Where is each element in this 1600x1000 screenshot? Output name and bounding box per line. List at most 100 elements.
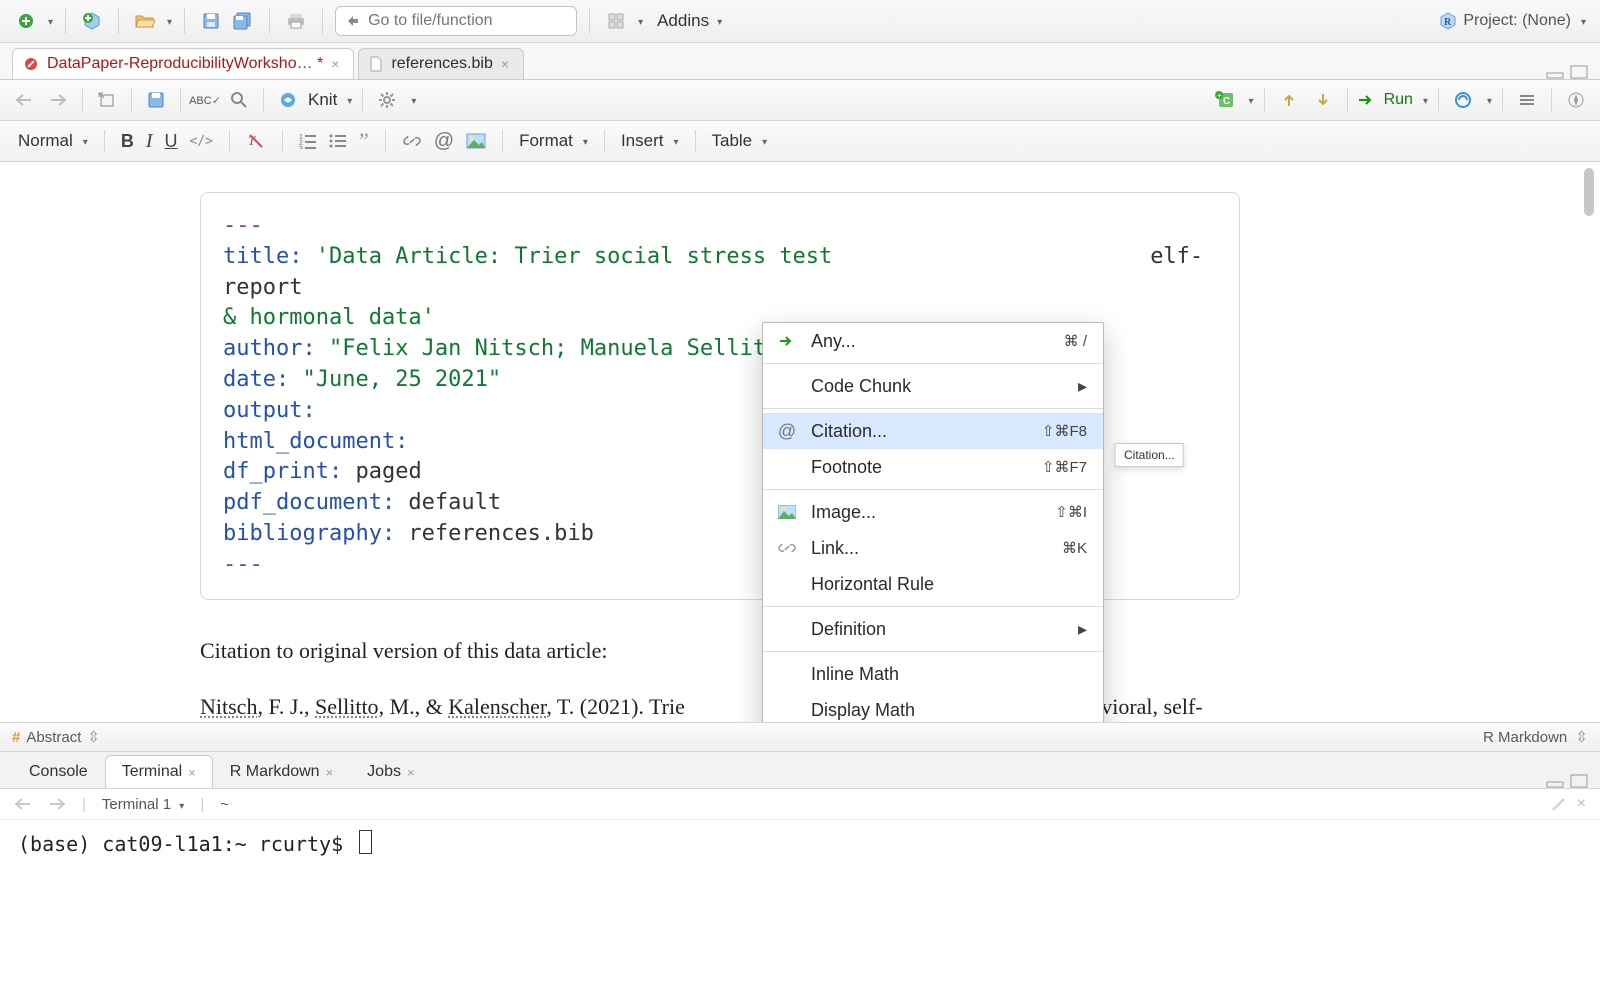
menu-any[interactable]: Any...⌘ / — [763, 323, 1103, 359]
menu-definition[interactable]: Definition — [763, 611, 1103, 647]
open-file-icon[interactable] — [131, 8, 159, 34]
tab-datapaper[interactable]: DataPaper-ReproducibilityWorksho… * × — [12, 48, 354, 79]
insert-menu: Any...⌘ / Code Chunk @ Citation...⇧⌘F8 C… — [762, 322, 1104, 723]
outline-icon[interactable] — [1513, 87, 1541, 113]
knit-dropdown[interactable] — [343, 91, 352, 109]
terminal-toolbar: | Terminal 1 | ~ × — [0, 789, 1600, 820]
image-icon — [777, 505, 797, 519]
new-file-icon[interactable] — [12, 8, 40, 34]
settings-dropdown[interactable] — [407, 91, 416, 109]
blockquote-button[interactable]: ” — [359, 128, 369, 154]
close-term-icon[interactable]: × — [1577, 795, 1586, 813]
bottom-tab-strip: Console Terminal × R Markdown × Jobs × — [0, 752, 1600, 789]
svg-text:+: + — [1217, 91, 1222, 100]
menu-display-math[interactable]: Display Math — [763, 692, 1103, 723]
knit-icon[interactable] — [274, 87, 302, 113]
close-tab2[interactable]: × — [501, 56, 509, 72]
save-all-icon[interactable] — [229, 8, 257, 34]
open-recent-dropdown[interactable] — [163, 12, 172, 30]
run-dropdown[interactable] — [1419, 91, 1428, 109]
workspace-panes-dropdown[interactable] — [634, 12, 643, 30]
close-terminal-tab[interactable]: × — [188, 765, 196, 780]
popout-icon[interactable] — [93, 87, 121, 113]
editor-toolbar: ABC✓ Knit C+ Run — [0, 80, 1600, 121]
project-label: Project: (None) — [1463, 12, 1571, 30]
code-button[interactable]: </> — [190, 134, 213, 149]
run-label: Run — [1384, 91, 1413, 109]
close-tab1[interactable]: × — [331, 56, 339, 72]
close-rmarkdown-tab[interactable]: × — [326, 765, 334, 780]
brush-icon[interactable] — [1549, 795, 1567, 813]
save-doc-icon[interactable] — [142, 87, 170, 113]
format-toolbar: Normal B I U </> T 123 ” @ Format Insert… — [0, 121, 1600, 162]
spellcheck-icon[interactable]: ABC✓ — [191, 87, 219, 113]
print-icon[interactable] — [282, 8, 310, 34]
bullet-list-button[interactable] — [329, 133, 347, 149]
section-dropdown[interactable]: ⇳ — [87, 728, 100, 746]
menu-inline-math[interactable]: Inline Math — [763, 656, 1103, 692]
style-picker[interactable]: Normal — [18, 131, 88, 151]
tab-jobs[interactable]: Jobs × — [350, 755, 431, 788]
clear-format-button[interactable]: T — [246, 132, 266, 150]
italic-button[interactable]: I — [146, 130, 153, 153]
addins-button[interactable]: Addins — [657, 11, 709, 31]
new-file-dropdown[interactable] — [44, 12, 53, 30]
new-project-icon[interactable] — [78, 8, 106, 34]
nav-forward-icon[interactable] — [44, 87, 72, 113]
doctype-picker[interactable]: R Markdown — [1483, 729, 1567, 746]
compass-icon[interactable] — [1562, 87, 1590, 113]
minimize-bottom-icon[interactable] — [1546, 774, 1564, 788]
tab-terminal[interactable]: Terminal × — [105, 755, 213, 788]
menu-footnote[interactable]: Footnote⇧⌘F7 — [763, 449, 1103, 485]
insert-menu-button[interactable]: Insert — [621, 131, 679, 151]
image-button[interactable] — [466, 133, 486, 149]
term-nav-fwd-icon[interactable] — [48, 797, 66, 811]
menu-link[interactable]: Link...⌘K — [763, 530, 1103, 566]
term-nav-back-icon[interactable] — [14, 797, 32, 811]
grid-icon[interactable] — [602, 8, 630, 34]
editor-area[interactable]: --- title: 'Data Article: Trier social s… — [0, 162, 1600, 723]
citation-button[interactable]: @ — [434, 130, 454, 153]
table-menu[interactable]: Table — [712, 131, 768, 151]
section-picker[interactable]: Abstract — [26, 729, 81, 746]
terminal-body[interactable]: (base) cat09-l1a1:~ rcurty$ — [0, 820, 1600, 866]
insert-chunk-icon[interactable]: C+ — [1211, 87, 1239, 113]
menu-hrule[interactable]: Horizontal Rule — [763, 566, 1103, 602]
project-dropdown[interactable] — [1577, 12, 1586, 30]
menu-image[interactable]: Image...⇧⌘I — [763, 494, 1103, 530]
menu-code-chunk[interactable]: Code Chunk — [763, 368, 1103, 404]
minimize-pane-icon[interactable] — [1546, 65, 1564, 79]
menu-citation[interactable]: @ Citation...⇧⌘F8 Citation... — [763, 413, 1103, 449]
bold-button[interactable]: B — [121, 131, 134, 152]
link-button[interactable] — [402, 134, 422, 148]
tab-console[interactable]: Console — [12, 755, 105, 788]
publish-icon[interactable] — [1449, 87, 1477, 113]
goto-file-input[interactable]: Go to file/function — [335, 6, 577, 36]
save-icon[interactable] — [197, 8, 225, 34]
nav-back-icon[interactable] — [10, 87, 38, 113]
svg-text:R: R — [1444, 17, 1452, 28]
tab-references[interactable]: references.bib × — [358, 48, 524, 79]
doctype-dropdown[interactable]: ⇳ — [1575, 729, 1588, 746]
close-jobs-tab[interactable]: × — [407, 765, 415, 780]
tab-rmarkdown[interactable]: R Markdown × — [213, 755, 350, 788]
go-next-chunk-icon[interactable] — [1309, 87, 1337, 113]
find-icon[interactable] — [225, 87, 253, 113]
numbered-list-button[interactable]: 123 — [299, 133, 317, 149]
maximize-bottom-icon[interactable] — [1570, 774, 1588, 788]
format-menu[interactable]: Format — [519, 131, 588, 151]
maximize-pane-icon[interactable] — [1570, 65, 1588, 79]
run-arrow-icon — [777, 335, 797, 347]
publish-dropdown[interactable] — [1483, 91, 1492, 109]
editor-scrollbar[interactable] — [1582, 168, 1596, 716]
go-prev-chunk-icon[interactable] — [1275, 87, 1303, 113]
knit-button[interactable]: Knit — [308, 90, 337, 110]
insert-chunk-dropdown[interactable] — [1245, 91, 1254, 109]
link-icon — [777, 542, 797, 554]
terminal-picker[interactable]: Terminal 1 — [102, 796, 184, 813]
project-selector[interactable]: R Project: (None) — [1439, 12, 1594, 30]
gear-icon[interactable] — [373, 87, 401, 113]
run-button[interactable]: Run — [1358, 91, 1428, 109]
underline-button[interactable]: U — [165, 131, 178, 152]
addins-dropdown[interactable] — [713, 12, 722, 30]
